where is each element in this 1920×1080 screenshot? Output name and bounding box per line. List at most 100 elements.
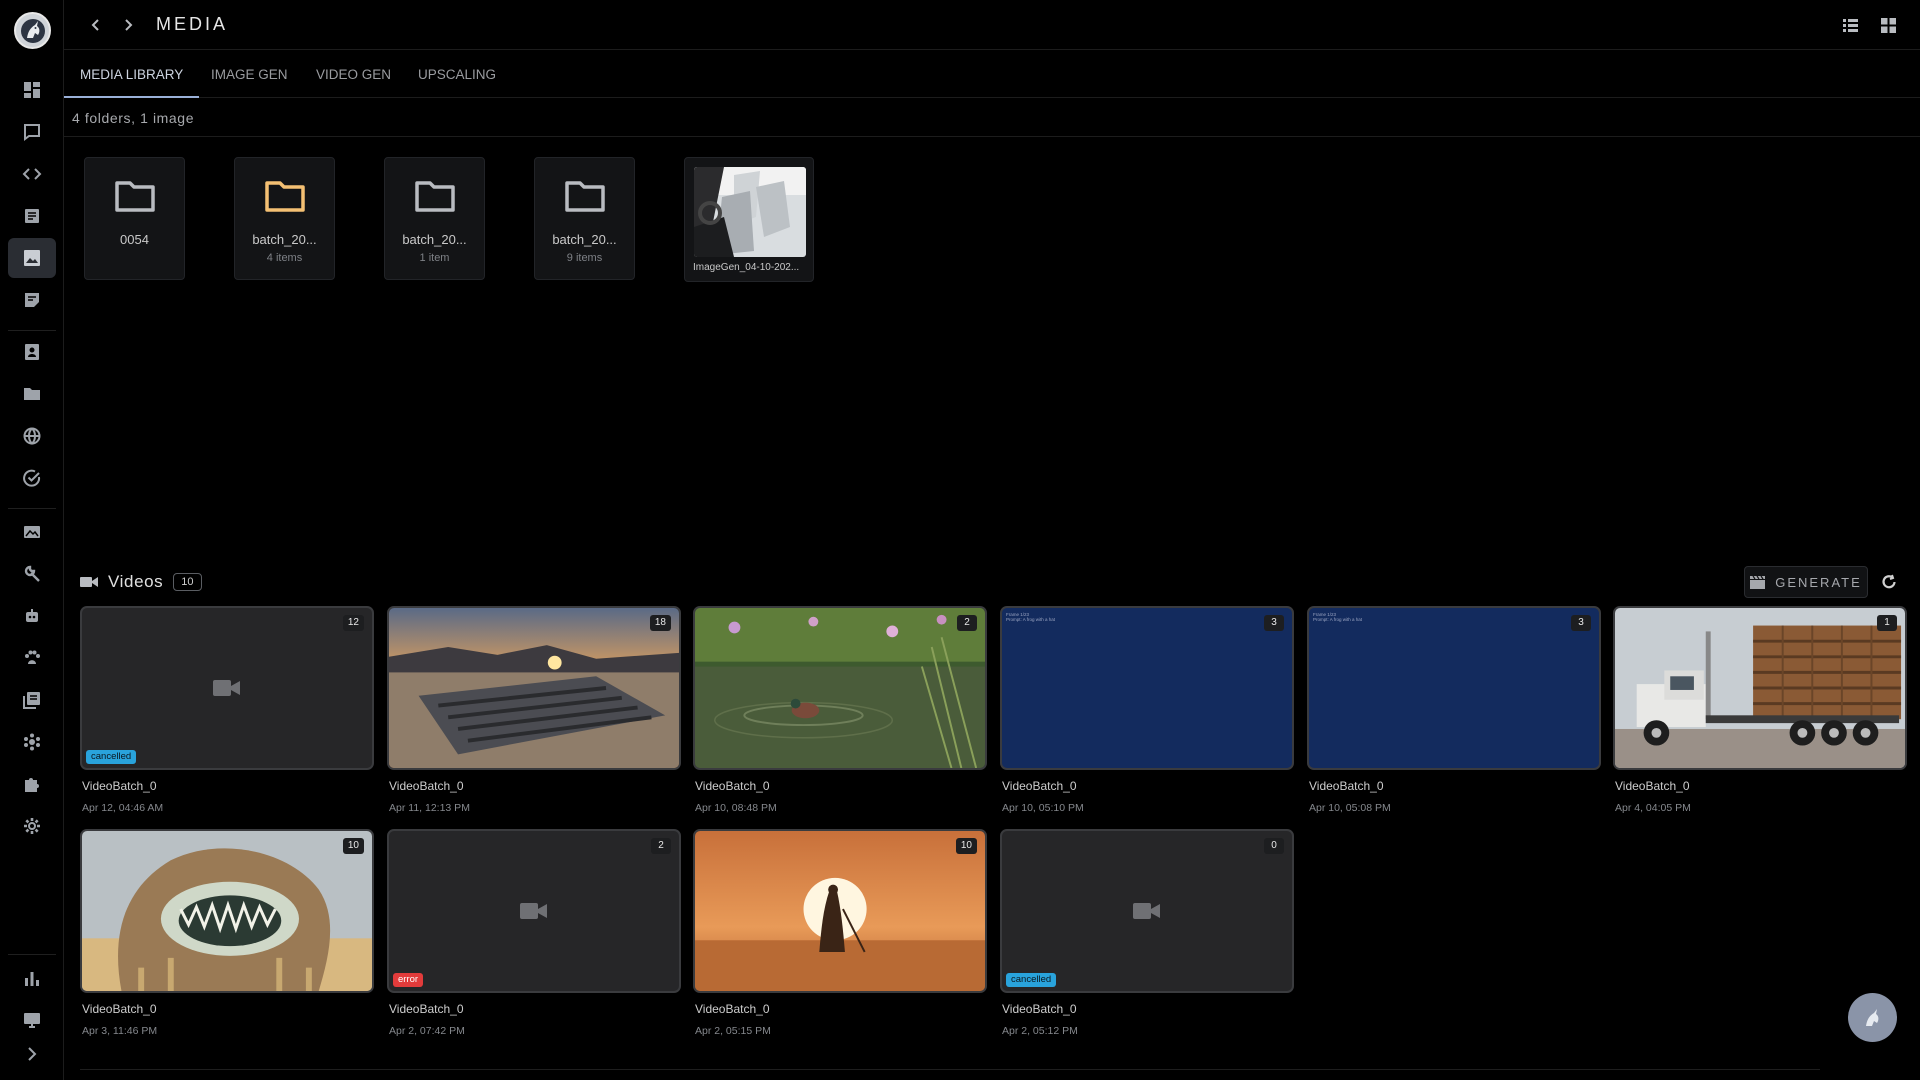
sidebar-item-library[interactable] xyxy=(8,680,56,720)
folder-icon xyxy=(415,181,455,212)
folder-card[interactable]: batch_20... 4 items xyxy=(234,157,335,280)
video-card[interactable]: 0 cancelled xyxy=(1000,829,1294,993)
tab-image-gen[interactable]: IMAGE GEN xyxy=(195,50,304,98)
tab-media-library[interactable]: MEDIA LIBRARY xyxy=(64,50,200,98)
folder-name: batch_20... xyxy=(552,232,617,247)
video-card[interactable]: 18 xyxy=(387,606,681,770)
contact-icon xyxy=(25,344,39,360)
chevron-right-icon xyxy=(28,1047,37,1061)
page-title: MEDIA xyxy=(156,14,229,34)
sidebar-item-web[interactable] xyxy=(8,416,56,456)
frame-count-badge: 2 xyxy=(957,615,977,631)
check-circle-icon xyxy=(23,469,41,487)
sidebar-item-tools[interactable] xyxy=(8,554,56,594)
unicorn-logo-icon xyxy=(1865,1008,1878,1026)
gallery-icon xyxy=(24,526,40,538)
sidebar xyxy=(0,0,64,1080)
assistant-fab-button[interactable] xyxy=(1848,993,1897,1042)
video-card[interactable]: 2 error xyxy=(387,829,681,993)
video-card[interactable]: Frame 1/23 Prompt: A frog with a hat 3 xyxy=(1307,606,1601,770)
sidebar-item-hub[interactable] xyxy=(8,722,56,762)
sidebar-item-pets[interactable] xyxy=(8,638,56,678)
image-name: ImageGen_04-10-202... xyxy=(693,262,800,273)
video-overlay-text: Frame 1/23 Prompt: A frog with a hat xyxy=(1313,612,1363,622)
frame-count-badge: 18 xyxy=(649,615,671,631)
folder-item-count: 4 items xyxy=(266,252,303,264)
gear-icon xyxy=(24,818,40,834)
sidebar-item-analytics[interactable] xyxy=(8,958,56,998)
folder-card[interactable]: batch_20... 9 items xyxy=(534,157,635,280)
wrench-icon xyxy=(24,565,40,582)
sidebar-item-gallery[interactable] xyxy=(8,512,56,552)
frame-count-badge: 2 xyxy=(651,838,671,854)
sidebar-item-documents[interactable] xyxy=(8,196,56,236)
list-view-icon xyxy=(1842,18,1858,32)
tab-video-gen[interactable]: VIDEO GEN xyxy=(300,50,407,98)
video-name: VideoBatch_0 xyxy=(389,1002,464,1016)
video-date: Apr 2, 07:42 PM xyxy=(389,1025,465,1037)
image-icon xyxy=(24,250,40,266)
sidebar-item-files[interactable] xyxy=(8,374,56,414)
forward-button[interactable] xyxy=(116,13,140,37)
video-overlay-text: Frame 1/23 Prompt: A frog with a hat xyxy=(1006,612,1056,622)
folder-icon xyxy=(24,388,40,400)
video-card[interactable]: 2 xyxy=(693,606,987,770)
video-date: Apr 3, 11:46 PM xyxy=(82,1025,158,1037)
dashboard-icon xyxy=(24,82,40,98)
sidebar-expand-button[interactable] xyxy=(8,1034,56,1074)
chevron-right-icon xyxy=(125,19,133,31)
sidebar-item-notes[interactable] xyxy=(8,280,56,320)
frame-count-badge: 3 xyxy=(1264,615,1284,631)
list-view-button[interactable] xyxy=(1839,14,1861,36)
folder-item-count: 1 item xyxy=(419,252,450,264)
sidebar-item-settings[interactable] xyxy=(8,806,56,846)
monitor-icon xyxy=(24,1013,40,1028)
video-card[interactable]: 1 xyxy=(1613,606,1907,770)
car-interior-thumbnail xyxy=(694,167,806,257)
generate-button[interactable]: GENERATE xyxy=(1744,566,1868,598)
sidebar-item-plugins[interactable] xyxy=(8,764,56,804)
globe-icon xyxy=(23,427,41,445)
sidebar-divider xyxy=(8,508,56,509)
video-date: Apr 10, 08:48 PM xyxy=(695,802,777,814)
refresh-button[interactable] xyxy=(1878,571,1900,593)
duck-pond-thumbnail xyxy=(695,608,985,768)
sidebar-item-chat[interactable] xyxy=(8,112,56,152)
sidebar-item-code[interactable] xyxy=(8,154,56,194)
video-date: Apr 10, 05:08 PM xyxy=(1309,802,1391,814)
video-placeholder-icon xyxy=(213,680,240,696)
grid-view-button[interactable] xyxy=(1877,14,1899,36)
video-name: VideoBatch_0 xyxy=(695,1002,770,1016)
video-card[interactable]: 10 xyxy=(693,829,987,993)
image-card[interactable]: ImageGen_04-10-202... xyxy=(684,157,814,282)
sidebar-divider xyxy=(8,330,56,331)
folder-card[interactable]: batch_20... 1 item xyxy=(384,157,485,280)
sidebar-item-media[interactable] xyxy=(8,238,56,278)
video-card[interactable]: Frame 1/23 Prompt: A frog with a hat 3 xyxy=(1000,606,1294,770)
sidebar-item-contacts[interactable] xyxy=(8,332,56,372)
logging-truck-thumbnail xyxy=(1615,608,1905,768)
video-card[interactable]: 10 xyxy=(80,829,374,993)
desert-datacenter-thumbnail xyxy=(389,608,679,768)
frame-count-badge: 3 xyxy=(1571,615,1591,631)
sidebar-item-tasks[interactable] xyxy=(8,458,56,498)
frame-count-badge: 0 xyxy=(1264,838,1284,854)
sand-worm-thumbnail xyxy=(82,831,372,991)
app-logo[interactable] xyxy=(14,12,51,49)
video-card[interactable]: 12 cancelled xyxy=(80,606,374,770)
folder-card[interactable]: 0054 xyxy=(84,157,185,280)
back-button[interactable] xyxy=(84,13,108,37)
sidebar-item-agents[interactable] xyxy=(8,596,56,636)
scroll-track xyxy=(80,1069,1820,1070)
library-summary: 4 folders, 1 image xyxy=(72,110,195,126)
folder-name: 0054 xyxy=(120,232,149,247)
video-name: VideoBatch_0 xyxy=(1002,779,1077,793)
sidebar-item-dashboard[interactable] xyxy=(8,70,56,110)
folder-item-count: 9 items xyxy=(566,252,603,264)
refresh-icon xyxy=(1882,574,1896,589)
tab-upscaling[interactable]: UPSCALING xyxy=(402,50,512,98)
robot-icon xyxy=(26,609,38,622)
video-name: VideoBatch_0 xyxy=(1002,1002,1077,1016)
top-bar: MEDIA xyxy=(64,0,1920,50)
chat-icon xyxy=(24,124,40,141)
